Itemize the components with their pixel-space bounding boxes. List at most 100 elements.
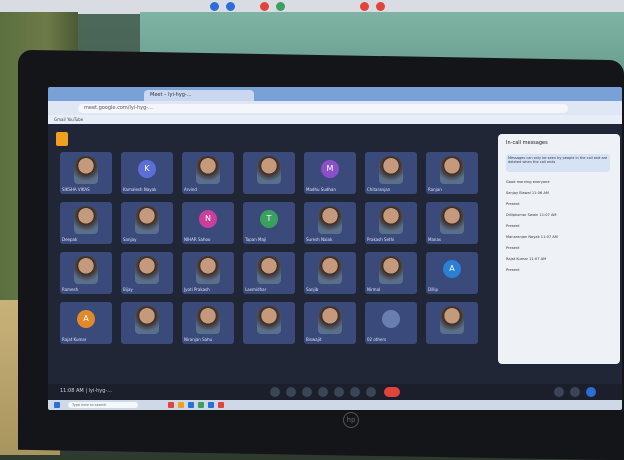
participant-tile[interactable]: Biswajit bbox=[304, 302, 356, 344]
participant-tile[interactable]: Jyoti Prakash bbox=[182, 252, 234, 294]
participant-tile[interactable]: Deepak bbox=[60, 202, 112, 244]
participant-tile[interactable]: Niranjan Sahu bbox=[182, 302, 234, 344]
app-icon[interactable] bbox=[168, 402, 174, 408]
browser-tab[interactable]: Meet – lyi-hyg-... bbox=[144, 90, 254, 101]
url-field[interactable]: meet.google.com/lyi-hyg-... bbox=[78, 104, 568, 113]
chat-message: Good morning everyone bbox=[506, 180, 550, 184]
chat-icon[interactable] bbox=[586, 387, 596, 397]
app-icon[interactable] bbox=[208, 402, 214, 408]
chat-message: Present bbox=[506, 268, 520, 272]
participant-tile[interactable]: SIKSHA VIKAS bbox=[60, 152, 112, 194]
participant-video bbox=[379, 206, 403, 234]
participant-tile[interactable] bbox=[243, 152, 295, 194]
app-icon[interactable] bbox=[188, 402, 194, 408]
participant-name: Kamalesh Nayak bbox=[123, 187, 157, 192]
dot-icon bbox=[376, 2, 385, 11]
participant-avatar: N bbox=[199, 210, 217, 228]
participant-avatar: A bbox=[443, 260, 461, 278]
app-icon[interactable] bbox=[178, 402, 184, 408]
people-icon[interactable] bbox=[570, 387, 580, 397]
participant-video bbox=[257, 306, 281, 334]
participant-video bbox=[74, 256, 98, 284]
participant-avatar: A bbox=[77, 310, 95, 328]
chat-message: Rajat Kumar 11:07 AM bbox=[506, 257, 547, 261]
participant-tile[interactable]: Arvind bbox=[182, 152, 234, 194]
participant-video bbox=[196, 306, 220, 334]
participant-name: Biswajit bbox=[306, 337, 322, 342]
participant-video bbox=[196, 256, 220, 284]
participant-tile[interactable]: Prakash Sethi bbox=[365, 202, 417, 244]
chat-message: Dillipkumar Swain 11:07 AM bbox=[506, 213, 557, 217]
participant-tile[interactable] bbox=[426, 302, 478, 344]
participant-name: Suresh Naiak bbox=[306, 237, 333, 242]
participant-tile[interactable]: N NIHAR Sahoo bbox=[182, 202, 234, 244]
participant-tile[interactable]: Laxmidhar bbox=[243, 252, 295, 294]
participant-tile[interactable]: 02 others bbox=[365, 302, 417, 344]
participant-tile[interactable]: Manas bbox=[426, 202, 478, 244]
participant-tile[interactable]: A Dillip bbox=[426, 252, 478, 294]
captions-icon[interactable] bbox=[302, 387, 312, 397]
participant-name: Bijay bbox=[123, 287, 133, 292]
participant-tile[interactable]: K Kamalesh Nayak bbox=[121, 152, 173, 194]
camera-icon[interactable] bbox=[286, 387, 296, 397]
participant-name: Manas bbox=[428, 237, 441, 242]
app-icon[interactable] bbox=[218, 402, 224, 408]
participant-video bbox=[135, 256, 159, 284]
info-icon[interactable] bbox=[554, 387, 564, 397]
participant-grid: SIKSHA VIKAS K Kamalesh Nayak Arvind M Madhu … bbox=[60, 146, 490, 374]
participant-video bbox=[196, 156, 220, 184]
end-call-button[interactable] bbox=[384, 387, 400, 397]
call-controls-bar: 11:08 AM | lyi-hyg-... bbox=[48, 384, 622, 400]
participant-tile[interactable]: Chitaranjan bbox=[365, 152, 417, 194]
participant-tile[interactable]: Sanjay bbox=[121, 202, 173, 244]
participant-video bbox=[257, 156, 281, 184]
raise-hand-icon[interactable] bbox=[318, 387, 328, 397]
participant-tile[interactable]: Ramesh bbox=[60, 252, 112, 294]
mic-icon[interactable] bbox=[270, 387, 280, 397]
participant-video bbox=[74, 206, 98, 234]
participant-name: Ranjan bbox=[428, 187, 442, 192]
emoji-icon[interactable] bbox=[366, 387, 376, 397]
participant-tile[interactable]: T Tapan Maji bbox=[243, 202, 295, 244]
participant-name: Chitaranjan bbox=[367, 187, 391, 192]
taskbar-search[interactable]: Type here to search bbox=[68, 402, 138, 408]
participant-name: Arvind bbox=[184, 187, 197, 192]
participant-video bbox=[318, 206, 342, 234]
dot-icon bbox=[226, 2, 235, 11]
participant-video bbox=[257, 256, 281, 284]
participant-tile[interactable]: Ranjan bbox=[426, 152, 478, 194]
chat-message: Sanjay Biswal 11:06 AM bbox=[506, 191, 549, 195]
participant-tile[interactable]: Bijay bbox=[121, 252, 173, 294]
participant-name: Nirmal bbox=[367, 287, 381, 292]
participant-name: Ramesh bbox=[62, 287, 79, 292]
participant-avatar bbox=[382, 310, 400, 328]
participant-video bbox=[379, 156, 403, 184]
present-icon[interactable] bbox=[334, 387, 344, 397]
participant-name: Tapan Maji bbox=[245, 237, 267, 242]
participant-name: Niranjan Sahu bbox=[184, 337, 213, 342]
participant-tile[interactable]: Suresh Naiak bbox=[304, 202, 356, 244]
participant-tile[interactable]: M Madhu Sudhan bbox=[304, 152, 356, 194]
participant-video bbox=[318, 256, 342, 284]
participant-tile[interactable] bbox=[121, 302, 173, 344]
participant-tile[interactable]: A Rajat Kumar bbox=[60, 302, 112, 344]
participant-tile[interactable] bbox=[243, 302, 295, 344]
participant-tile[interactable]: Sanjib bbox=[304, 252, 356, 294]
app-icon[interactable] bbox=[198, 402, 204, 408]
meet-logo-icon bbox=[56, 132, 68, 146]
participant-tile[interactable]: Nirmal bbox=[365, 252, 417, 294]
participant-video bbox=[74, 156, 98, 184]
participant-name: Prakash Sethi bbox=[367, 237, 395, 242]
participant-video bbox=[135, 206, 159, 234]
participant-video bbox=[135, 306, 159, 334]
participant-name: Deepak bbox=[62, 237, 78, 242]
dot-icon bbox=[276, 2, 285, 11]
more-options-icon[interactable] bbox=[350, 387, 360, 397]
browser-tab-bar: Meet – lyi-hyg-... bbox=[48, 87, 622, 101]
dot-icon bbox=[360, 2, 369, 11]
participant-avatar: K bbox=[138, 160, 156, 178]
start-icon[interactable] bbox=[54, 402, 60, 408]
participant-name: Sanjay bbox=[123, 237, 137, 242]
participant-name: Rajat Kumar bbox=[62, 337, 87, 342]
hp-logo: hp bbox=[343, 412, 359, 428]
